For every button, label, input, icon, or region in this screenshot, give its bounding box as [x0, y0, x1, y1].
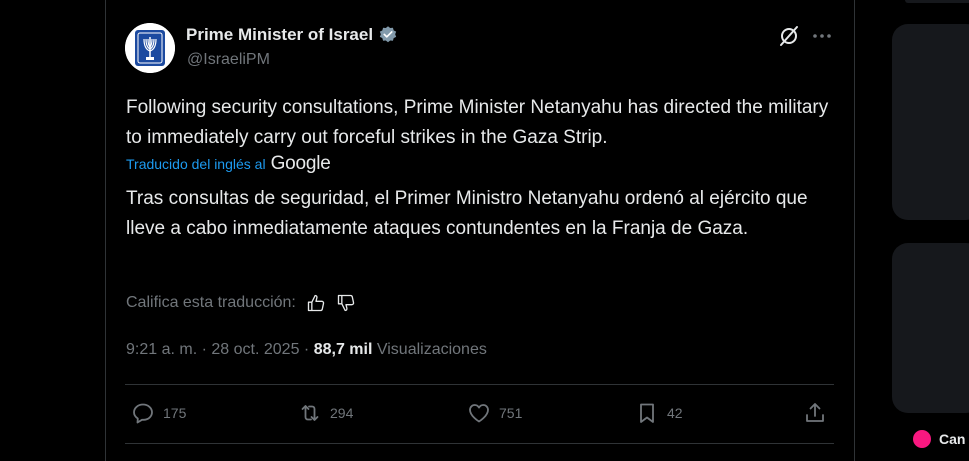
translation-text: Tras consultas de seguridad, el Primer M…	[126, 188, 808, 239]
live-dot-icon	[913, 430, 931, 448]
reply-count: 175	[163, 405, 187, 421]
bookmark-button[interactable]: 42	[635, 401, 683, 425]
rate-label: Califica esta traducción:	[126, 294, 296, 311]
views-count: 88,7 mil	[313, 341, 373, 358]
reply-button[interactable]: 175	[131, 401, 186, 425]
like-count: 751	[499, 405, 523, 421]
more-icon[interactable]	[810, 24, 834, 48]
repost-button[interactable]: 294	[298, 401, 353, 425]
bookmark-count: 42	[667, 405, 683, 421]
tweet-meta: 9:21 a. m. · 28 oct. 2025 · 88,7 mil Vis…	[126, 341, 487, 359]
timeline-border-left	[105, 0, 106, 461]
author-name[interactable]: Prime Minister of Israel	[186, 25, 373, 45]
rate-translation-row: Califica esta traducción:	[126, 293, 356, 313]
views-label: Visualizaciones	[376, 341, 487, 358]
divider-bottom	[125, 443, 834, 444]
divider-top	[125, 384, 834, 385]
share-icon	[806, 403, 824, 422]
sidebar-card-1[interactable]	[892, 24, 969, 220]
sidebar-badge[interactable]: Can	[913, 430, 965, 448]
author-handle[interactable]: @IsraeliPM	[187, 51, 270, 69]
like-button[interactable]: 751	[467, 401, 522, 425]
meta-separator: ·	[303, 341, 310, 358]
tweet-time[interactable]: 9:21 a. m.	[126, 341, 197, 358]
grok-icon[interactable]	[777, 24, 801, 48]
meta-separator: ·	[201, 341, 207, 358]
avatar[interactable]	[125, 23, 175, 73]
tweet-text: Following security consultations, Prime …	[126, 97, 829, 148]
verified-badge-icon	[379, 26, 397, 43]
sidebar-card-2[interactable]	[892, 243, 969, 413]
google-logo: Google	[270, 153, 331, 174]
tweet-date[interactable]: 28 oct. 2025	[211, 341, 299, 358]
sidebar-badge-text: Can	[939, 431, 966, 447]
bookmark-icon	[640, 403, 654, 423]
timeline-border-right	[854, 0, 855, 461]
repost-icon	[301, 405, 319, 421]
share-button[interactable]	[803, 401, 827, 425]
translated-label[interactable]: Traducido del inglés al	[126, 156, 266, 172]
thumbs-down-icon[interactable]	[336, 293, 356, 313]
sidebar-card-edge	[905, 0, 969, 3]
author-name-row[interactable]: Prime Minister of Israel	[186, 25, 398, 45]
repost-count: 294	[330, 405, 354, 421]
like-icon	[469, 404, 489, 423]
reply-icon	[133, 403, 153, 424]
thumbs-up-icon[interactable]	[306, 293, 326, 313]
translation-attribution: Traducido del inglés al Google	[126, 153, 331, 175]
